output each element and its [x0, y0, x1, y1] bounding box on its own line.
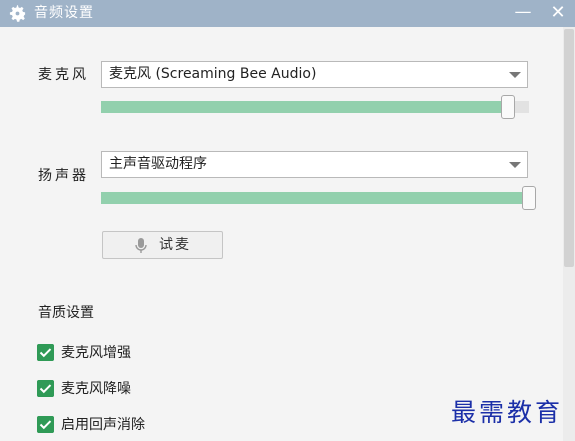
microphone-volume-slider[interactable]: [101, 95, 529, 119]
test-mic-label: 试麦: [159, 237, 191, 253]
microphone-icon: [135, 238, 147, 253]
speaker-device-value: 主声音驱动程序: [109, 156, 207, 172]
microphone-device-select[interactable]: 麦克风 (Screaming Bee Audio): [101, 61, 528, 88]
test-mic-button[interactable]: 试麦: [102, 231, 223, 259]
dropdown-arrow-icon: [509, 72, 521, 78]
checkbox-checked-icon[interactable]: [37, 344, 54, 361]
scrollbar-thumb[interactable]: [564, 29, 574, 267]
vertical-scrollbar[interactable]: [563, 27, 575, 441]
quality-section-title: 音质设置: [38, 305, 94, 321]
slider-fill: [101, 101, 508, 113]
speaker-device-select[interactable]: 主声音驱动程序: [101, 151, 528, 178]
microphone-label: 麦克风: [38, 67, 89, 83]
slider-thumb[interactable]: [522, 186, 536, 210]
slider-fill: [101, 192, 529, 204]
checkbox-checked-icon[interactable]: [37, 380, 54, 397]
title-bar: 音频设置 — ✕: [0, 0, 575, 27]
dropdown-arrow-icon: [509, 162, 521, 168]
speaker-volume-slider[interactable]: [101, 186, 536, 210]
checkbox-label: 启用回声消除: [61, 417, 145, 433]
microphone-device-value: 麦克风 (Screaming Bee Audio): [109, 66, 317, 82]
watermark: 最需教育: [451, 398, 564, 427]
settings-panel: 麦克风 麦克风 (Screaming Bee Audio) 扬声器 主声音驱动程…: [0, 27, 575, 441]
slider-thumb[interactable]: [500, 95, 515, 119]
speaker-label: 扬声器: [38, 168, 89, 184]
minimize-button[interactable]: —: [510, 0, 536, 27]
gear-icon: [9, 5, 26, 22]
close-button[interactable]: ✕: [545, 0, 571, 27]
checkbox-label: 麦克风降噪: [61, 381, 131, 397]
window-title: 音频设置: [34, 5, 94, 21]
checkbox-label: 麦克风增强: [61, 345, 131, 361]
checkbox-checked-icon[interactable]: [37, 416, 54, 433]
